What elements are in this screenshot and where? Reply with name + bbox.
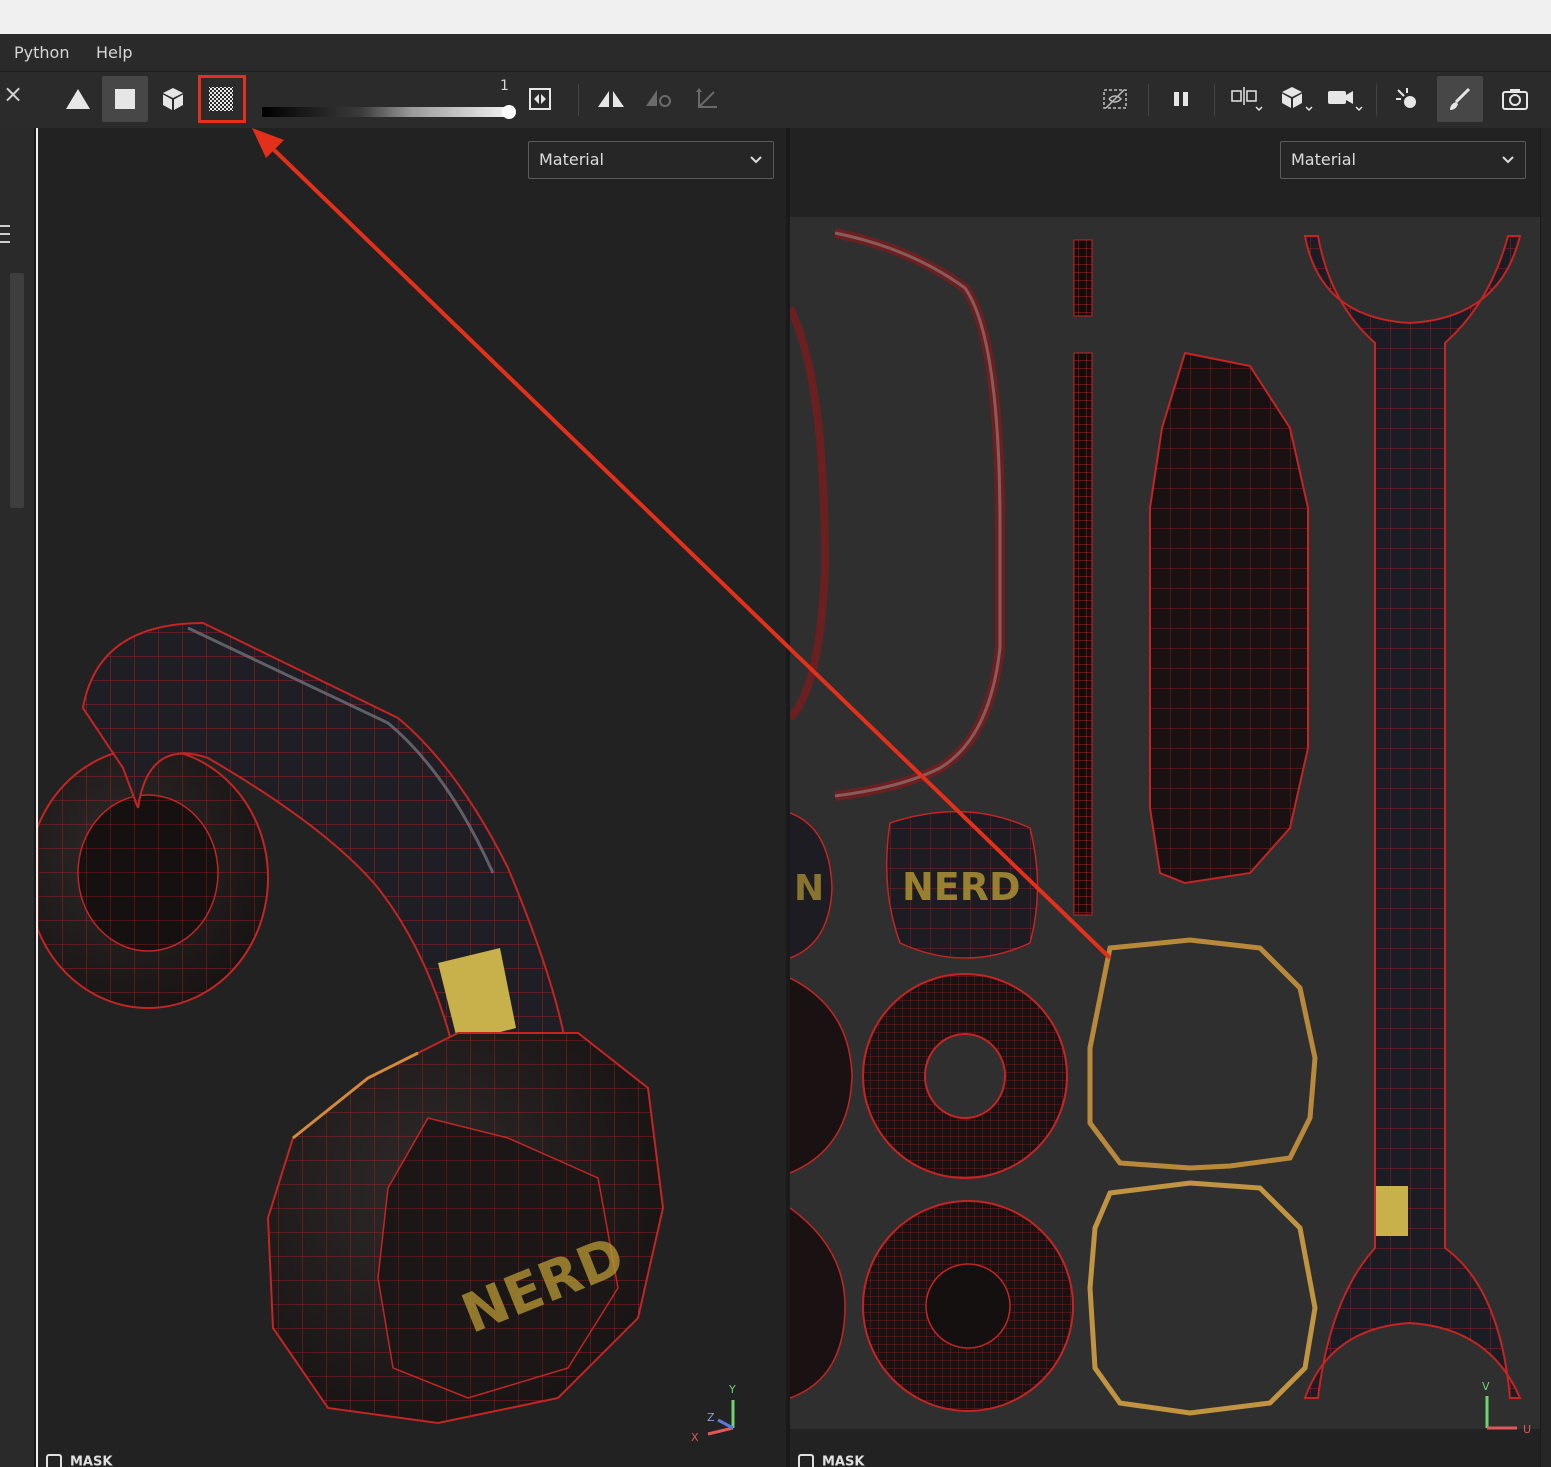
symmetry-settings-icon[interactable] (636, 76, 682, 122)
uv-gold-patch (1376, 1186, 1408, 1236)
uv-capsule (1149, 351, 1309, 885)
uv-headband-strip (1303, 235, 1522, 1399)
uv-logo-text: NERD (902, 865, 1021, 909)
mask-checkbox-icon (798, 1454, 814, 1467)
left-panel-strip (0, 128, 36, 1467)
back-ear-cup (38, 747, 269, 1009)
opacity-slider[interactable] (262, 107, 512, 117)
channel-dropdown-3d-value: Material (539, 150, 604, 169)
uv-band-arc (834, 228, 1005, 801)
screenshot-icon[interactable] (1492, 76, 1538, 122)
viewport-2d-uv[interactable]: NERD N V U Material MASK (790, 128, 1540, 1467)
symmetry-icon[interactable] (588, 76, 634, 122)
left-scrollbar[interactable] (10, 273, 24, 508)
opacity-slider-thumb[interactable] (502, 105, 516, 119)
uv-gold-ring-top (1087, 937, 1318, 1171)
rotate-axis-icon[interactable] (684, 76, 730, 122)
menu-help[interactable]: Help (96, 43, 132, 62)
display-cube-icon[interactable] (1274, 76, 1320, 122)
cube-icon[interactable] (150, 76, 196, 122)
channel-dropdown-2d[interactable]: Material (1280, 141, 1526, 179)
mesh-triangle-icon[interactable] (55, 76, 101, 122)
mask-label-2d: MASK (822, 1454, 865, 1467)
channel-dropdown-2d-value: Material (1291, 150, 1356, 169)
title-strip (0, 0, 1551, 34)
uv-partial-text: N (794, 868, 824, 909)
pause-icon[interactable] (1158, 76, 1204, 122)
front-ear-cup: NERD (266, 1032, 665, 1425)
app-window: Python Help × 1 NERD Y Z X Material MASK… (0, 0, 1551, 1467)
mask-checkbox-icon (46, 1454, 62, 1467)
uv-donut-cushion (790, 973, 1068, 1179)
highlight-box (198, 75, 246, 123)
axis-x-label: X (691, 1431, 699, 1444)
channel-dropdown-3d[interactable]: Material (528, 141, 774, 179)
chevron-down-icon (1502, 156, 1514, 164)
viewport-toolbar: × 1 (0, 72, 1551, 128)
uv-logo-cushion: NERD N (790, 810, 1039, 959)
chevron-down-icon (750, 156, 762, 164)
close-icon[interactable]: × (3, 82, 23, 106)
opacity-slider-value: 1 (500, 78, 509, 94)
headphones-3d-render: NERD Y Z X (38, 621, 736, 1444)
lights-icon[interactable] (1384, 76, 1430, 122)
hide-wireframe-icon[interactable] (1092, 76, 1138, 122)
split-view-icon[interactable] (1224, 76, 1270, 122)
uv-layout: NERD N V U (790, 228, 1531, 1436)
paint-brush-icon[interactable] (1437, 76, 1483, 122)
mask-toggle-3d[interactable]: MASK (46, 1454, 112, 1467)
menu-bar: Python Help (0, 34, 1551, 72)
viewport-3d[interactable]: NERD Y Z X Material MASK (38, 128, 786, 1467)
mask-toggle-2d[interactable]: MASK (798, 1454, 864, 1467)
uv-gold-ring-bottom (1087, 1180, 1318, 1416)
menu-lines-icon[interactable] (0, 224, 12, 246)
axis-z-label: Z (707, 1411, 715, 1424)
axis-u-label: U (1523, 1423, 1531, 1436)
axis-gizmo-3d: Y Z X (691, 1383, 736, 1444)
solid-square-icon[interactable] (102, 76, 148, 122)
axis-y-label: Y (728, 1383, 736, 1396)
axis-v-label: V (1482, 1380, 1490, 1393)
mask-label-3d: MASK (70, 1454, 113, 1467)
axis-gizmo-uv: V U (1482, 1380, 1531, 1436)
menu-python[interactable]: Python (14, 43, 69, 62)
camera-icon[interactable] (1322, 76, 1368, 122)
right-panel-edge (1540, 128, 1551, 1467)
uv-cup-bottom (790, 1200, 1074, 1412)
swap-texture-icon[interactable] (517, 76, 563, 122)
